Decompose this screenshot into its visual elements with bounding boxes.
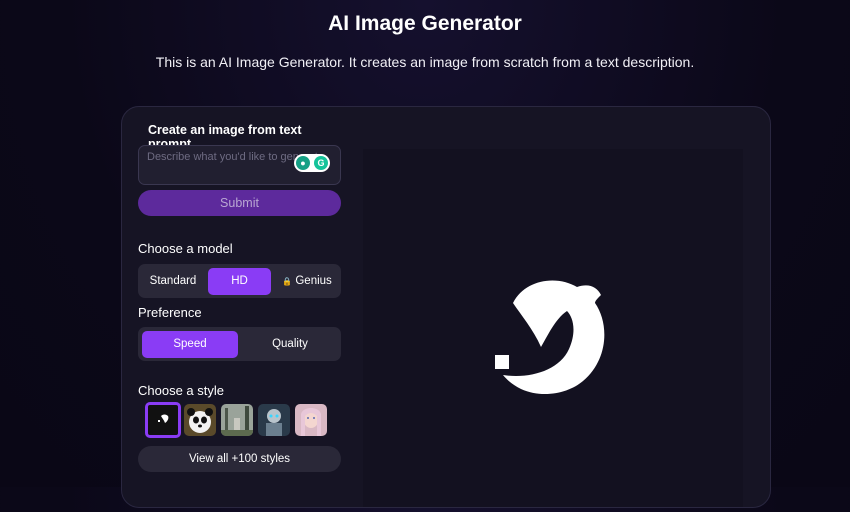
logo-icon bbox=[158, 414, 169, 423]
page-title: AI Image Generator bbox=[328, 12, 522, 35]
page-subtitle: This is an AI Image Generator. It create… bbox=[155, 54, 695, 70]
grammarly-bulb-icon[interactable]: ● bbox=[296, 156, 310, 170]
style-thumb-forest[interactable] bbox=[221, 404, 253, 436]
portrait-icon bbox=[295, 404, 327, 436]
forest-icon bbox=[221, 404, 253, 436]
preference-option-speed[interactable]: Speed bbox=[142, 331, 238, 358]
preference-section-title: Preference bbox=[138, 305, 202, 320]
dolphin-logo-icon bbox=[495, 280, 605, 395]
model-section-title: Choose a model bbox=[138, 241, 233, 256]
model-option-genius-label: Genius bbox=[295, 275, 332, 287]
grammarly-widget[interactable]: ● G bbox=[294, 154, 330, 172]
model-option-standard[interactable]: Standard bbox=[142, 268, 204, 295]
style-section-title: Choose a style bbox=[138, 383, 224, 398]
model-selector: Standard HD 🔒 Genius bbox=[138, 264, 341, 298]
style-thumb-robot[interactable] bbox=[258, 404, 290, 436]
prompt-box[interactable]: ● G bbox=[138, 145, 341, 185]
model-option-hd[interactable]: HD bbox=[208, 268, 271, 295]
style-thumb-panda[interactable] bbox=[184, 404, 216, 436]
submit-button[interactable]: Submit bbox=[138, 190, 341, 216]
grammarly-logo-icon[interactable]: G bbox=[314, 156, 328, 170]
generator-panel: Create an image from text prompt ● G Sub… bbox=[121, 106, 771, 508]
model-option-genius[interactable]: 🔒 Genius bbox=[276, 268, 338, 295]
panda-icon bbox=[184, 404, 216, 436]
preference-selector: Speed Quality bbox=[138, 327, 341, 361]
image-preview bbox=[363, 149, 743, 507]
style-thumb-portrait[interactable] bbox=[295, 404, 327, 436]
style-thumb-logo[interactable] bbox=[145, 402, 181, 438]
lock-icon: 🔒 bbox=[282, 277, 293, 286]
preference-option-quality[interactable]: Quality bbox=[242, 331, 338, 358]
view-all-styles-button[interactable]: View all +100 styles bbox=[138, 446, 341, 472]
robot-icon bbox=[258, 404, 290, 436]
